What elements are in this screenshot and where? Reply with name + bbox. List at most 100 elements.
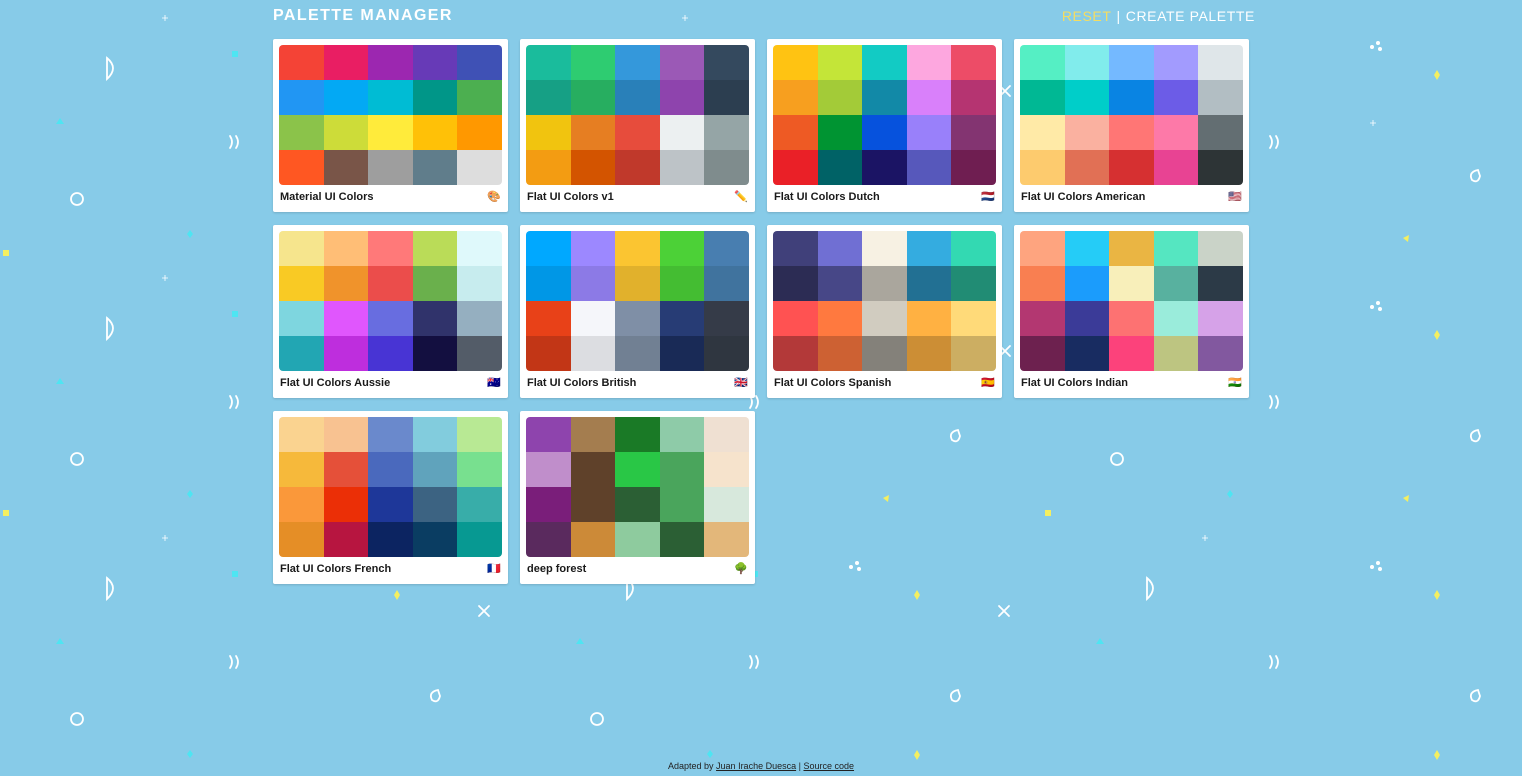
palette-swatches [1020,231,1243,371]
color-swatch [773,150,818,185]
color-swatch [704,45,749,80]
palette-card-footer: Flat UI Colors Indian 🇮🇳 [1020,371,1243,395]
color-swatch [412,301,458,336]
palette-card[interactable]: Flat UI Colors British 🇬🇧 [520,225,755,398]
header-nav: RESET | CREATE PALETTE [1062,6,1255,26]
color-swatch [368,45,413,80]
palette-swatches [526,417,749,557]
palette-card[interactable]: Flat UI Colors Indian 🇮🇳 [1014,225,1249,398]
color-swatch [951,231,996,266]
color-swatch [862,115,907,150]
color-swatch [659,336,705,371]
color-swatch [570,231,616,266]
color-swatch [279,115,324,150]
palette-name: Flat UI Colors British [527,377,637,389]
palette-card-footer: Flat UI Colors British 🇬🇧 [526,371,749,395]
color-swatch [1109,301,1154,336]
color-swatch [323,115,369,150]
nav-separator: | [1116,8,1121,24]
color-swatch [704,80,749,115]
color-swatch [279,522,324,557]
color-swatch [457,150,502,185]
color-swatch [368,417,413,452]
color-swatch [457,336,502,371]
color-swatch [1020,45,1065,80]
color-swatch [615,417,660,452]
color-swatch [1153,301,1199,336]
color-swatch [659,522,705,557]
color-swatch [951,266,996,301]
color-swatch [412,150,458,185]
color-swatch [457,417,502,452]
palette-card[interactable]: deep forest 🌳 [520,411,755,584]
color-swatch [659,487,705,522]
color-swatch [279,266,324,301]
color-swatch [615,150,660,185]
create-palette-link[interactable]: CREATE PALETTE [1126,8,1255,24]
author-link[interactable]: Juan Irache Duesca [716,761,796,771]
color-swatch [1064,301,1110,336]
color-swatch [1198,45,1243,80]
palette-card-footer: Material UI Colors 🎨 [279,185,502,209]
color-swatch [659,417,705,452]
color-swatch [570,150,616,185]
page-footer: Adapted by Juan Irache Duesca | Source c… [0,761,1522,771]
color-swatch [368,150,413,185]
australia-flag-icon: 🇦🇺 [487,376,501,389]
color-swatch [1064,80,1110,115]
artist-palette-icon: 🎨 [487,190,501,203]
palette-card[interactable]: Material UI Colors 🎨 [273,39,508,212]
color-swatch [862,231,907,266]
color-swatch [906,80,952,115]
color-swatch [1064,231,1110,266]
color-swatch [570,115,616,150]
color-swatch [615,301,660,336]
color-swatch [323,45,369,80]
palette-card[interactable]: Flat UI Colors American 🇺🇸 [1014,39,1249,212]
color-swatch [323,452,369,487]
color-swatch [368,522,413,557]
color-swatch [704,417,749,452]
color-swatch [862,45,907,80]
color-swatch [1020,301,1065,336]
palette-name: Flat UI Colors Indian [1021,377,1128,389]
color-swatch [368,336,413,371]
color-swatch [570,45,616,80]
spain-flag-icon: 🇪🇸 [981,376,995,389]
palette-swatches [526,231,749,371]
color-swatch [951,301,996,336]
color-swatch [615,266,660,301]
palette-card[interactable]: Flat UI Colors Spanish 🇪🇸 [767,225,1002,398]
palette-name: Flat UI Colors Dutch [774,191,880,203]
palette-card[interactable]: Flat UI Colors Dutch 🇳🇱 [767,39,1002,212]
palette-swatches [773,231,996,371]
color-swatch [279,231,324,266]
color-swatch [1153,115,1199,150]
color-swatch [279,150,324,185]
palette-card-footer: Flat UI Colors Aussie 🇦🇺 [279,371,502,395]
palette-card[interactable]: Flat UI Colors Aussie 🇦🇺 [273,225,508,398]
color-swatch [615,487,660,522]
color-swatch [323,487,369,522]
color-swatch [1064,115,1110,150]
color-swatch [323,417,369,452]
color-swatch [526,301,571,336]
color-swatch [1020,115,1065,150]
color-swatch [368,266,413,301]
color-swatch [412,487,458,522]
color-swatch [704,336,749,371]
color-swatch [412,45,458,80]
color-swatch [279,417,324,452]
color-swatch [1109,266,1154,301]
reset-link[interactable]: RESET [1062,8,1112,24]
palette-card[interactable]: Flat UI Colors v1 ✏️ [520,39,755,212]
color-swatch [570,266,616,301]
color-swatch [457,452,502,487]
palette-card[interactable]: Flat UI Colors French 🇫🇷 [273,411,508,584]
color-swatch [659,266,705,301]
color-swatch [817,115,863,150]
source-code-link[interactable]: Source code [803,761,854,771]
color-swatch [906,115,952,150]
color-swatch [1153,150,1199,185]
color-swatch [412,115,458,150]
